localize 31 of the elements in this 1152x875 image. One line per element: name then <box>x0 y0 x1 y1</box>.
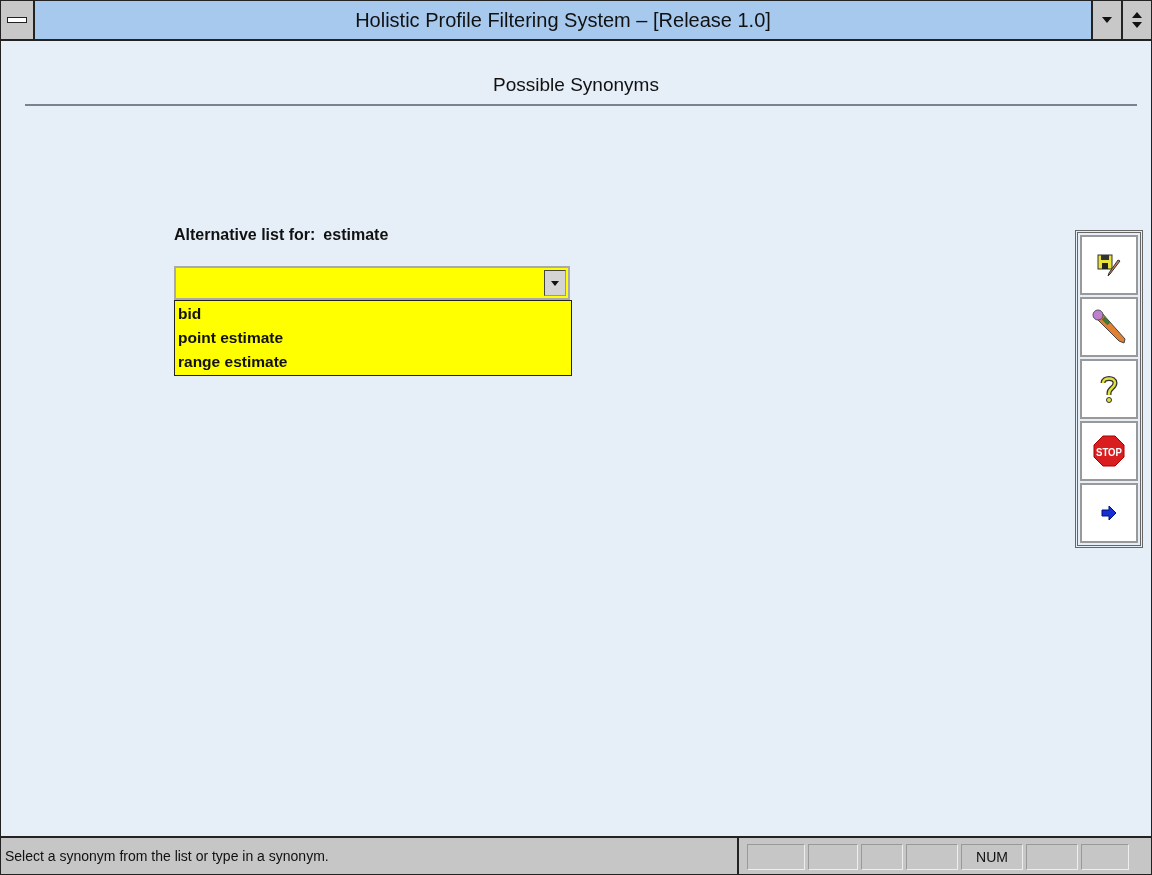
status-pane <box>906 844 958 870</box>
status-pane <box>747 844 805 870</box>
status-pane <box>1026 844 1078 870</box>
system-menu-button[interactable] <box>1 1 35 39</box>
synonym-option[interactable]: point estimate <box>178 326 568 350</box>
stop-sign-icon: STOP <box>1093 435 1125 467</box>
tool-button[interactable] <box>1080 235 1138 295</box>
disk-pencil-icon <box>1096 252 1122 278</box>
prompt-label: Alternative list for: <box>174 226 316 244</box>
down-triangle-icon <box>1102 17 1112 23</box>
dropdown-button[interactable] <box>544 270 566 296</box>
tool-button[interactable]: STOP <box>1080 421 1138 481</box>
dash-icon <box>7 17 27 23</box>
status-pane <box>861 844 903 870</box>
window-title: Holistic Profile Filtering System – [Release 1.0] <box>354 7 772 33</box>
num-lock-indicator: NUM <box>961 844 1023 870</box>
minimize-button[interactable] <box>1091 1 1121 39</box>
up-down-triangle-icon <box>1132 12 1142 28</box>
pencil-icon <box>1091 309 1127 345</box>
question-mark-icon <box>1100 375 1118 403</box>
status-message: Select a synonym from the list or type in a synonym. <box>1 838 739 874</box>
tool-button[interactable] <box>1080 483 1138 543</box>
synonym-option[interactable]: range estimate <box>178 350 568 374</box>
synonym-option[interactable]: bid <box>178 302 568 326</box>
status-pane <box>808 844 858 870</box>
status-pane <box>1081 844 1129 870</box>
arrow-right-icon <box>1101 506 1117 520</box>
page-heading: Possible Synonyms <box>492 74 660 96</box>
restore-button[interactable] <box>1121 1 1151 39</box>
prompt-term: estimate <box>323 226 389 244</box>
caret-icon <box>551 280 559 286</box>
